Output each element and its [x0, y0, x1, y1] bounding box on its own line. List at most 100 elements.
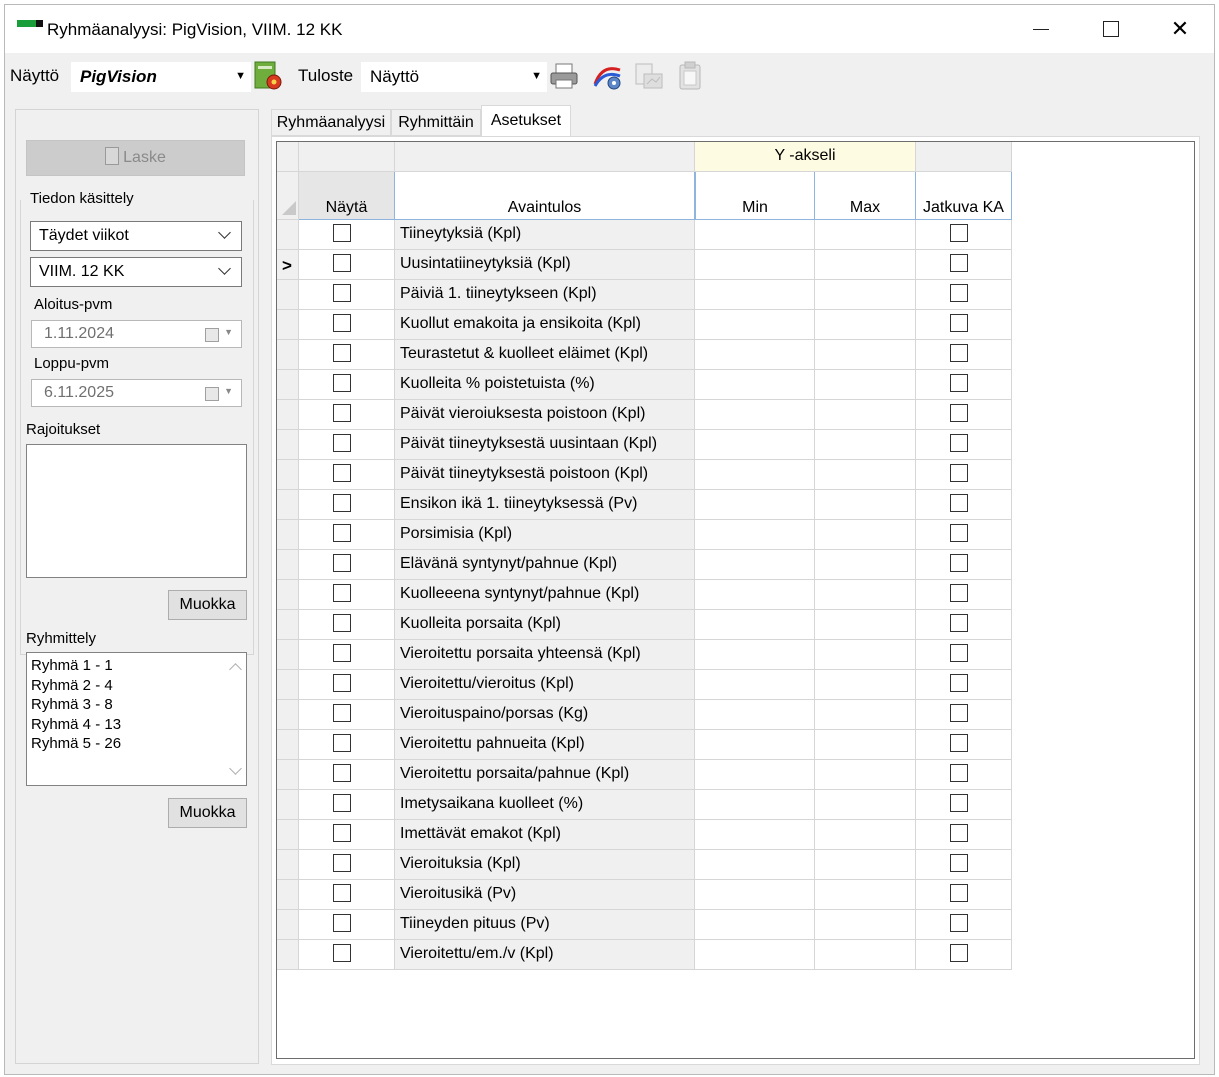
continuous-cell[interactable]	[916, 400, 1012, 430]
max-cell[interactable]	[815, 520, 916, 550]
min-cell[interactable]	[695, 910, 815, 940]
min-cell[interactable]	[695, 850, 815, 880]
tab-by-group[interactable]: Ryhmittäin	[391, 109, 481, 136]
max-cell[interactable]	[815, 460, 916, 490]
continuous-checkbox[interactable]	[950, 644, 968, 662]
view-select[interactable]: PigVision ▼	[71, 62, 251, 92]
continuous-column-header[interactable]: Jatkuva KA	[916, 172, 1012, 220]
continuous-cell[interactable]	[916, 820, 1012, 850]
continuous-checkbox[interactable]	[950, 944, 968, 962]
min-cell[interactable]	[695, 700, 815, 730]
row-header[interactable]	[277, 880, 299, 910]
group-list-item[interactable]: Ryhmä 3 - 8	[31, 696, 113, 713]
min-cell[interactable]	[695, 880, 815, 910]
row-header[interactable]	[277, 700, 299, 730]
show-checkbox[interactable]	[333, 254, 351, 272]
continuous-checkbox[interactable]	[950, 884, 968, 902]
continuous-checkbox[interactable]	[950, 704, 968, 722]
group-list-item[interactable]: Ryhmä 1 - 1	[31, 657, 113, 674]
max-cell[interactable]	[815, 220, 916, 250]
show-cell[interactable]	[299, 910, 395, 940]
max-cell[interactable]	[815, 310, 916, 340]
max-cell[interactable]	[815, 790, 916, 820]
show-cell[interactable]	[299, 850, 395, 880]
tab-group-analysis[interactable]: Ryhmäanalyysi	[271, 109, 391, 136]
min-cell[interactable]	[695, 340, 815, 370]
max-cell[interactable]	[815, 850, 916, 880]
start-date-picker[interactable]: 1.11.2024 ▼	[31, 320, 242, 348]
show-checkbox[interactable]	[333, 794, 351, 812]
continuous-cell[interactable]	[916, 460, 1012, 490]
max-cell[interactable]	[815, 640, 916, 670]
show-cell[interactable]	[299, 820, 395, 850]
min-cell[interactable]	[695, 940, 815, 970]
continuous-cell[interactable]	[916, 490, 1012, 520]
show-checkbox[interactable]	[333, 704, 351, 722]
show-checkbox[interactable]	[333, 764, 351, 782]
continuous-checkbox[interactable]	[950, 854, 968, 872]
show-cell[interactable]	[299, 250, 395, 280]
max-cell[interactable]	[815, 490, 916, 520]
row-header[interactable]	[277, 430, 299, 460]
group-list-item[interactable]: Ryhmä 4 - 13	[31, 716, 121, 733]
show-cell[interactable]	[299, 340, 395, 370]
show-checkbox[interactable]	[333, 434, 351, 452]
continuous-checkbox[interactable]	[950, 284, 968, 302]
show-cell[interactable]	[299, 940, 395, 970]
show-column-header[interactable]: Näytä	[299, 172, 395, 220]
continuous-cell[interactable]	[916, 520, 1012, 550]
max-cell[interactable]	[815, 730, 916, 760]
show-checkbox[interactable]	[333, 404, 351, 422]
min-cell[interactable]	[695, 250, 815, 280]
show-checkbox[interactable]	[333, 344, 351, 362]
min-cell[interactable]	[695, 490, 815, 520]
show-checkbox[interactable]	[333, 854, 351, 872]
settings-report-icon[interactable]	[252, 60, 284, 92]
min-cell[interactable]	[695, 760, 815, 790]
row-header[interactable]	[277, 820, 299, 850]
max-column-header[interactable]: Max	[815, 172, 916, 220]
max-cell[interactable]	[815, 820, 916, 850]
max-cell[interactable]	[815, 340, 916, 370]
show-cell[interactable]	[299, 460, 395, 490]
show-checkbox[interactable]	[333, 554, 351, 572]
show-checkbox[interactable]	[333, 374, 351, 392]
row-header[interactable]	[277, 610, 299, 640]
key-result-column-header[interactable]: Avaintulos	[395, 172, 695, 220]
show-cell[interactable]	[299, 520, 395, 550]
show-checkbox[interactable]	[333, 494, 351, 512]
show-cell[interactable]	[299, 220, 395, 250]
show-checkbox[interactable]	[333, 914, 351, 932]
max-cell[interactable]	[815, 940, 916, 970]
show-cell[interactable]	[299, 310, 395, 340]
row-header[interactable]	[277, 640, 299, 670]
show-cell[interactable]	[299, 370, 395, 400]
continuous-checkbox[interactable]	[950, 614, 968, 632]
min-cell[interactable]	[695, 670, 815, 700]
title-bar[interactable]: Ryhmäanalyysi: PigVision, VIIM. 12 KK ✕	[5, 5, 1214, 53]
continuous-checkbox[interactable]	[950, 494, 968, 512]
continuous-checkbox[interactable]	[950, 554, 968, 572]
continuous-cell[interactable]	[916, 640, 1012, 670]
row-header[interactable]	[277, 940, 299, 970]
grouping-list[interactable]: Ryhmä 1 - 1 Ryhmä 2 - 4 Ryhmä 3 - 8 Ryhmä 4…	[26, 652, 247, 786]
show-cell[interactable]	[299, 430, 395, 460]
min-cell[interactable]	[695, 310, 815, 340]
show-checkbox[interactable]	[333, 584, 351, 602]
row-header[interactable]	[277, 220, 299, 250]
show-checkbox[interactable]	[333, 464, 351, 482]
min-cell[interactable]	[695, 460, 815, 490]
show-cell[interactable]	[299, 790, 395, 820]
tab-settings[interactable]: Asetukset	[481, 105, 571, 137]
show-checkbox[interactable]	[333, 884, 351, 902]
min-cell[interactable]	[695, 730, 815, 760]
continuous-cell[interactable]	[916, 370, 1012, 400]
min-cell[interactable]	[695, 520, 815, 550]
row-header[interactable]	[277, 760, 299, 790]
continuous-cell[interactable]	[916, 610, 1012, 640]
continuous-cell[interactable]	[916, 670, 1012, 700]
continuous-cell[interactable]	[916, 700, 1012, 730]
show-cell[interactable]	[299, 670, 395, 700]
continuous-cell[interactable]	[916, 340, 1012, 370]
row-header[interactable]	[277, 460, 299, 490]
